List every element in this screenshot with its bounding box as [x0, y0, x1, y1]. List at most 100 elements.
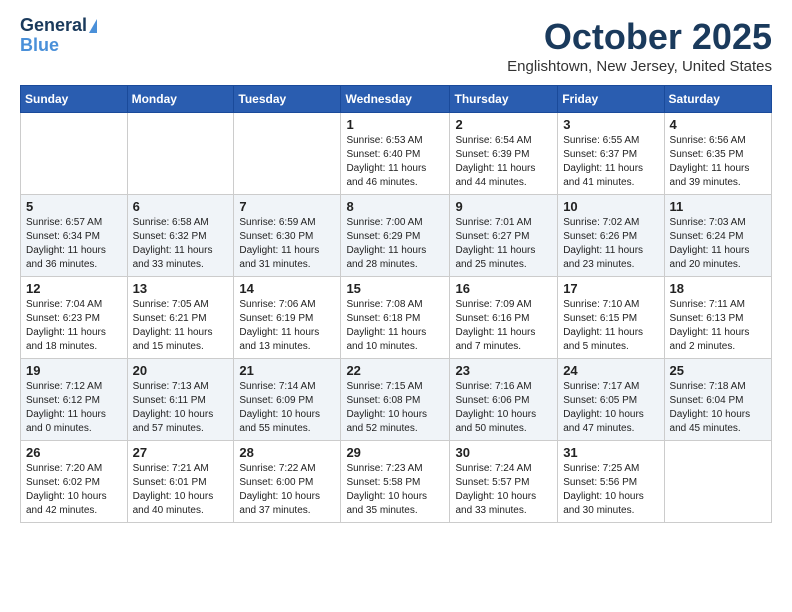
week-row-1: 5Sunrise: 6:57 AMSunset: 6:34 PMDaylight…	[21, 195, 772, 277]
day-info: Sunrise: 7:08 AMSunset: 6:18 PMDaylight:…	[346, 298, 444, 354]
day-cell: 21 Sunrise: 7:14 AMSunset: 6:09 PMDayligh…	[234, 359, 341, 441]
day-info: Sunrise: 7:24 AMSunset: 5:57 PMDaylight:…	[455, 462, 552, 518]
logo-blue: Blue	[20, 36, 59, 56]
day-cell: 29 Sunrise: 7:23 AMSunset: 5:58 PMDayligh…	[341, 441, 450, 523]
day-info: Sunrise: 7:03 AMSunset: 6:24 PMDaylight:…	[670, 216, 766, 272]
week-row-4: 26 Sunrise: 7:20 AMSunset: 6:02 PMDayligh…	[21, 441, 772, 523]
day-info: Sunrise: 7:04 AMSunset: 6:23 PMDaylight:…	[26, 298, 122, 354]
day-cell: 24Sunrise: 7:17 AMSunset: 6:05 PMDayligh…	[558, 359, 664, 441]
day-cell: 11 Sunrise: 7:03 AMSunset: 6:24 PMDayligh…	[664, 195, 771, 277]
day-info: Sunrise: 7:12 AMSunset: 6:12 PMDaylight:…	[26, 380, 122, 436]
day-number: 4	[670, 117, 766, 132]
calendar-title: October 2025	[507, 16, 772, 58]
calendar-subtitle: Englishtown, New Jersey, United States	[507, 58, 772, 75]
day-number: 13	[133, 281, 229, 296]
day-info: Sunrise: 7:22 AMSunset: 6:00 PMDaylight:…	[239, 462, 335, 518]
day-cell: 19 Sunrise: 7:12 AMSunset: 6:12 PMDayligh…	[21, 359, 128, 441]
day-info: Sunrise: 7:16 AMSunset: 6:06 PMDaylight:…	[455, 380, 552, 436]
day-cell	[127, 113, 234, 195]
day-info: Sunrise: 7:15 AMSunset: 6:08 PMDaylight:…	[346, 380, 444, 436]
day-number: 18	[670, 281, 766, 296]
day-cell: 9 Sunrise: 7:01 AMSunset: 6:27 PMDaylight…	[450, 195, 558, 277]
day-cell: 27 Sunrise: 7:21 AMSunset: 6:01 PMDayligh…	[127, 441, 234, 523]
day-info: Sunrise: 6:55 AMSunset: 6:37 PMDaylight:…	[563, 134, 658, 190]
col-saturday: Saturday	[664, 86, 771, 113]
logo-general: General	[20, 16, 87, 36]
day-number: 26	[26, 445, 122, 460]
day-number: 14	[239, 281, 335, 296]
day-info: Sunrise: 7:21 AMSunset: 6:01 PMDaylight:…	[133, 462, 229, 518]
calendar-table: Sunday Monday Tuesday Wednesday Thursday…	[20, 85, 772, 523]
day-info: Sunrise: 7:01 AMSunset: 6:27 PMDaylight:…	[455, 216, 552, 272]
title-section: October 2025 Englishtown, New Jersey, Un…	[507, 16, 772, 75]
day-cell: 23 Sunrise: 7:16 AMSunset: 6:06 PMDayligh…	[450, 359, 558, 441]
day-cell: 7Sunrise: 6:59 AMSunset: 6:30 PMDaylight…	[234, 195, 341, 277]
day-info: Sunrise: 7:06 AMSunset: 6:19 PMDaylight:…	[239, 298, 335, 354]
day-info: Sunrise: 7:23 AMSunset: 5:58 PMDaylight:…	[346, 462, 444, 518]
day-number: 31	[563, 445, 658, 460]
day-number: 23	[455, 363, 552, 378]
day-number: 29	[346, 445, 444, 460]
day-number: 21	[239, 363, 335, 378]
day-number: 22	[346, 363, 444, 378]
day-number: 30	[455, 445, 552, 460]
day-info: Sunrise: 6:54 AMSunset: 6:39 PMDaylight:…	[455, 134, 552, 190]
day-cell: 8 Sunrise: 7:00 AMSunset: 6:29 PMDaylight…	[341, 195, 450, 277]
day-info: Sunrise: 7:10 AMSunset: 6:15 PMDaylight:…	[563, 298, 658, 354]
day-cell: 18 Sunrise: 7:11 AMSunset: 6:13 PMDayligh…	[664, 277, 771, 359]
day-info: Sunrise: 7:20 AMSunset: 6:02 PMDaylight:…	[26, 462, 122, 518]
day-cell: 25 Sunrise: 7:18 AMSunset: 6:04 PMDayligh…	[664, 359, 771, 441]
day-cell	[234, 113, 341, 195]
day-cell: 28Sunrise: 7:22 AMSunset: 6:00 PMDayligh…	[234, 441, 341, 523]
day-info: Sunrise: 7:05 AMSunset: 6:21 PMDaylight:…	[133, 298, 229, 354]
day-info: Sunrise: 7:25 AMSunset: 5:56 PMDaylight:…	[563, 462, 658, 518]
day-cell: 6 Sunrise: 6:58 AMSunset: 6:32 PMDaylight…	[127, 195, 234, 277]
day-info: Sunrise: 6:56 AMSunset: 6:35 PMDaylight:…	[670, 134, 766, 190]
day-cell: 1 Sunrise: 6:53 AMSunset: 6:40 PMDaylight…	[341, 113, 450, 195]
day-cell: 17 Sunrise: 7:10 AMSunset: 6:15 PMDayligh…	[558, 277, 664, 359]
day-info: Sunrise: 6:59 AMSunset: 6:30 PMDaylight:…	[239, 216, 335, 272]
day-cell	[664, 441, 771, 523]
day-number: 6	[133, 199, 229, 214]
day-info: Sunrise: 6:53 AMSunset: 6:40 PMDaylight:…	[346, 134, 444, 190]
day-number: 27	[133, 445, 229, 460]
day-number: 12	[26, 281, 122, 296]
day-number: 10	[563, 199, 658, 214]
day-cell: 16Sunrise: 7:09 AMSunset: 6:16 PMDayligh…	[450, 277, 558, 359]
day-info: Sunrise: 7:18 AMSunset: 6:04 PMDaylight:…	[670, 380, 766, 436]
day-info: Sunrise: 7:13 AMSunset: 6:11 PMDaylight:…	[133, 380, 229, 436]
day-info: Sunrise: 7:00 AMSunset: 6:29 PMDaylight:…	[346, 216, 444, 272]
col-friday: Friday	[558, 86, 664, 113]
day-number: 15	[346, 281, 444, 296]
day-number: 17	[563, 281, 658, 296]
day-info: Sunrise: 7:11 AMSunset: 6:13 PMDaylight:…	[670, 298, 766, 354]
day-info: Sunrise: 7:14 AMSunset: 6:09 PMDaylight:…	[239, 380, 335, 436]
day-cell: 20Sunrise: 7:13 AMSunset: 6:11 PMDayligh…	[127, 359, 234, 441]
day-cell: 15 Sunrise: 7:08 AMSunset: 6:18 PMDayligh…	[341, 277, 450, 359]
day-cell: 3Sunrise: 6:55 AMSunset: 6:37 PMDaylight…	[558, 113, 664, 195]
day-cell: 22 Sunrise: 7:15 AMSunset: 6:08 PMDayligh…	[341, 359, 450, 441]
day-number: 11	[670, 199, 766, 214]
logo-triangle-icon	[89, 19, 97, 33]
day-number: 8	[346, 199, 444, 214]
day-cell: 12 Sunrise: 7:04 AMSunset: 6:23 PMDayligh…	[21, 277, 128, 359]
day-cell: 4 Sunrise: 6:56 AMSunset: 6:35 PMDaylight…	[664, 113, 771, 195]
day-number: 2	[455, 117, 552, 132]
day-cell: 31 Sunrise: 7:25 AMSunset: 5:56 PMDayligh…	[558, 441, 664, 523]
header: General Blue October 2025 Englishtown, N…	[20, 16, 772, 75]
day-number: 1	[346, 117, 444, 132]
day-cell: 26 Sunrise: 7:20 AMSunset: 6:02 PMDayligh…	[21, 441, 128, 523]
logo: General Blue	[20, 16, 97, 56]
day-number: 19	[26, 363, 122, 378]
day-cell: 5Sunrise: 6:57 AMSunset: 6:34 PMDaylight…	[21, 195, 128, 277]
week-row-3: 19 Sunrise: 7:12 AMSunset: 6:12 PMDayligh…	[21, 359, 772, 441]
day-info: Sunrise: 6:58 AMSunset: 6:32 PMDaylight:…	[133, 216, 229, 272]
day-number: 9	[455, 199, 552, 214]
day-cell	[21, 113, 128, 195]
day-cell: 13 Sunrise: 7:05 AMSunset: 6:21 PMDayligh…	[127, 277, 234, 359]
day-number: 25	[670, 363, 766, 378]
week-row-0: 1 Sunrise: 6:53 AMSunset: 6:40 PMDaylight…	[21, 113, 772, 195]
day-number: 16	[455, 281, 552, 296]
col-monday: Monday	[127, 86, 234, 113]
col-wednesday: Wednesday	[341, 86, 450, 113]
